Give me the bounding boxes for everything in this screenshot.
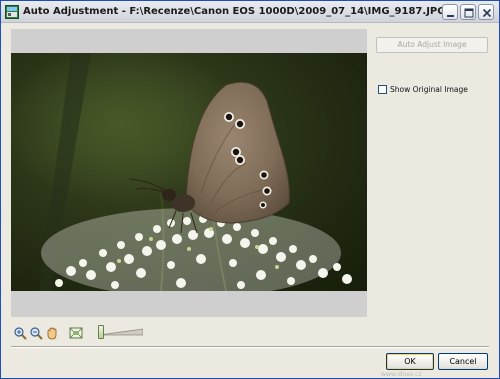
zoom-slider[interactable]: [99, 328, 143, 336]
preview-image: [11, 53, 367, 291]
minimize-button[interactable]: [442, 4, 458, 20]
close-button[interactable]: [478, 4, 494, 20]
app-icon: [5, 5, 19, 19]
minimize-icon: [447, 15, 454, 17]
close-icon: [482, 8, 492, 18]
show-original-label: Show Original Image: [390, 85, 468, 94]
maximize-button[interactable]: [460, 4, 476, 20]
maximize-icon: [464, 8, 474, 18]
watermark: www.idnes.cz: [381, 371, 422, 378]
cancel-button[interactable]: Cancel: [438, 353, 488, 370]
title-bar[interactable]: Auto Adjustment - F:\Recenze\Canon EOS 1…: [1, 1, 499, 23]
footer-separator: [11, 346, 489, 348]
auto-adjust-image-button[interactable]: Auto Adjust Image: [376, 37, 488, 53]
auto-adjustment-dialog: Auto Adjustment - F:\Recenze\Canon EOS 1…: [0, 0, 500, 379]
zoom-in-button[interactable]: [13, 326, 27, 340]
ok-button[interactable]: OK: [386, 353, 434, 370]
hand-pan-button[interactable]: [45, 326, 59, 340]
fit-to-window-button[interactable]: [69, 326, 83, 340]
window-title: Auto Adjustment - F:\Recenze\Canon EOS 1…: [23, 6, 446, 17]
zoom-slider-thumb[interactable]: [98, 325, 104, 339]
hand-pan-icon: [47, 327, 57, 340]
zoom-in-icon: [14, 327, 27, 340]
fit-to-window-icon: [69, 327, 83, 339]
butterfly-photo: [11, 53, 352, 291]
zoom-out-icon: [30, 327, 43, 340]
show-original-checkbox[interactable]: [378, 85, 387, 94]
zoom-out-button[interactable]: [29, 326, 43, 340]
